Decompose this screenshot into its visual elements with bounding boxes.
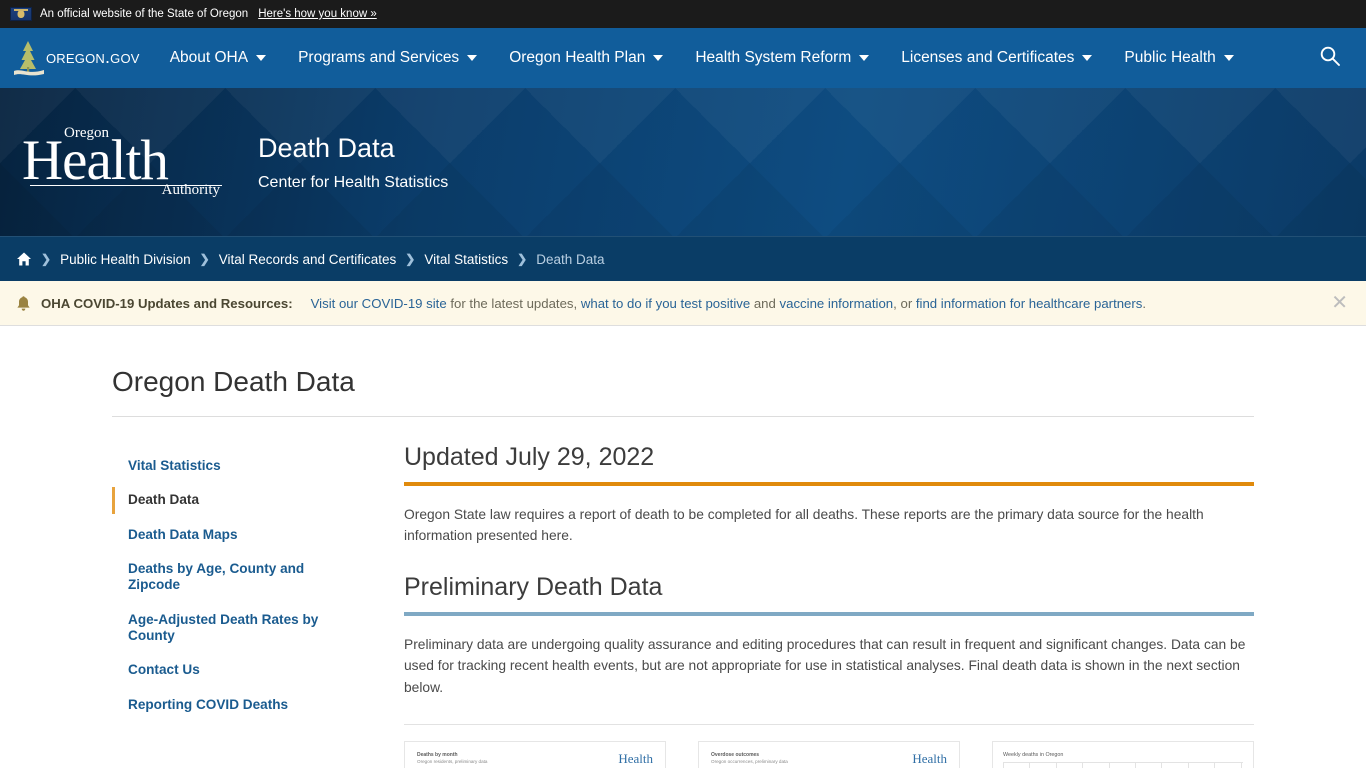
alert-text-fragment: , or [893,295,916,311]
sidebar-item-reporting-covid-deaths[interactable]: Reporting COVID Deaths [112,688,362,722]
oregon-tree-river-logo-icon [14,38,44,78]
main-content: Updated July 29, 2022 Oregon State law r… [362,443,1254,768]
hero-title: Death Data [258,132,395,163]
primary-navigation-bar: Oregon.gov About OHA Programs and Servic… [0,28,1366,88]
weekly-deaths-in-oregon-thumbnail[interactable]: Weekly deaths in Oregon [992,740,1254,768]
thumbnail-title: Weekly deaths in Oregon [1003,751,1064,758]
thumbnail-subtitle: Oregon occurrences, preliminary data [711,759,788,765]
page-hero-banner: Oregon Health Authority Death Data Cente… [0,88,1366,236]
healthcare-partners-link[interactable]: find information for healthcare partners [916,296,1143,311]
nav-item-oregon-health-plan[interactable]: Oregon Health Plan [493,28,679,88]
nav-item-label: Health System Reform [695,49,852,66]
sidebar-item-age-adjusted-death-rates-by-county[interactable]: Age-Adjusted Death Rates by County [112,603,362,654]
oregon-state-flag-icon [10,7,32,21]
breadcrumb-item-vital-statistics[interactable]: Vital Statistics [424,252,508,267]
oregon-health-authority-logo[interactable]: Oregon Health Authority [22,125,222,199]
oregon-gov-wordmark: Oregon.gov [46,46,140,67]
thumbnail-logo-text: Health [618,750,653,766]
chevron-down-icon [256,55,267,61]
chevron-down-icon [1223,55,1234,61]
alert-text-fragment: and [750,295,780,311]
nav-items-list: About OHA Programs and Services Oregon H… [154,28,1250,88]
chevron-down-icon [1082,55,1093,61]
page-content: Oregon Death Data Vital Statistics Death… [0,366,1366,768]
search-icon [1319,45,1341,72]
nav-item-programs-and-services[interactable]: Programs and Services [282,28,493,88]
alert-text-fragment: for the latest updates, [446,295,581,311]
breadcrumb-item-death-data: Death Data [536,251,605,267]
thumbnail-title: Overdose outcomes [711,751,760,758]
secondary-sidebar-navigation: Vital Statistics Death Data Death Data M… [112,443,362,768]
breadcrumb-item-vital-records-and-certificates[interactable]: Vital Records and Certificates [219,252,397,267]
nav-item-licenses-and-certificates[interactable]: Licenses and Certificates [885,28,1108,88]
sidebar-item-vital-statistics[interactable]: Vital Statistics [112,449,362,483]
bell-icon [16,295,31,312]
breadcrumb-separator: ❯ [41,252,52,266]
thumbnail-logo-text: Health [912,750,947,766]
vaccine-information-link[interactable]: vaccine information [780,296,894,311]
sparkline-path [1003,762,1243,768]
nav-item-label: Programs and Services [298,49,460,66]
thumbnail-sparkline-chart [1003,761,1243,768]
nav-item-label: Oregon Health Plan [509,49,646,66]
breadcrumb: ❯ Public Health Division ❯ Vital Records… [0,236,1366,281]
thumbnail-divider [404,723,1254,725]
nav-item-public-health[interactable]: Public Health [1108,28,1249,88]
chevron-down-icon [859,55,870,61]
sidebar-item-deaths-by-age-county-and-zipcode[interactable]: Deaths by Age, County and Zipcode [112,552,362,603]
preliminary-heading: Preliminary Death Data [404,572,663,601]
close-icon[interactable]: ✕ [1331,293,1348,313]
thumbnail-health-logo: Health Center for Health Statistics [899,752,947,768]
updated-heading: Updated July 29, 2022 [404,443,655,471]
updated-paragraph: Oregon State law requires a report of de… [404,507,1204,544]
alert-label: OHA COVID-19 Updates and Resources: [41,295,293,311]
dashboard-thumbnail-gallery: Deaths by month Oregon residents, prelim… [404,740,1254,768]
oregon-gov-brand-link[interactable]: Oregon.gov [0,28,154,88]
nav-item-label: About OHA [169,49,249,66]
chevron-down-icon [467,55,478,61]
thumbnail-health-logo: Health Center for Health Statistics [605,752,653,768]
search-button[interactable] [1308,28,1352,88]
page-title: Oregon Death Data [112,366,1254,417]
logo-health-text: Health [22,128,169,192]
sidebar-item-death-data-maps[interactable]: Death Data Maps [112,518,362,552]
breadcrumb-separator: ❯ [405,252,416,266]
deaths-by-month-dashboard-thumbnail[interactable]: Deaths by month Oregon residents, prelim… [404,740,666,768]
heres-how-you-know-link[interactable]: Here's how you know » [258,8,377,20]
overdose-outcomes-dashboard-thumbnail[interactable]: Overdose outcomes Oregon occurrences, pr… [698,740,960,768]
sidebar-item-death-data[interactable]: Death Data [112,483,362,517]
home-icon[interactable] [16,251,32,267]
sidebar-item-contact-us[interactable]: Contact Us [112,653,362,687]
blue-divider [404,611,1254,616]
breadcrumb-item-public-health-division[interactable]: Public Health Division [60,252,191,267]
preliminary-death-data-section: Preliminary Death Data Preliminary data … [404,573,1254,768]
updated-section: Updated July 29, 2022 Oregon State law r… [404,443,1254,547]
test-positive-link[interactable]: what to do if you test positive [581,296,750,311]
hero-subtitle: Center for Health Statistics [258,173,449,191]
alert-text-fragment: . [1142,295,1147,311]
official-site-text: An official website of the State of Oreg… [40,8,249,20]
breadcrumb-separator: ❯ [517,252,528,266]
thumbnail-subtitle: Oregon residents, preliminary data [417,759,488,765]
covid-alert-banner: OHA COVID-19 Updates and Resources: Visi… [0,281,1366,326]
chevron-down-icon [653,55,664,61]
preliminary-paragraph: Preliminary data are undergoing quality … [404,636,1246,695]
nav-item-about-oha[interactable]: About OHA [154,28,282,88]
breadcrumb-separator: ❯ [199,252,210,266]
covid-site-link[interactable]: Visit our COVID-19 site [311,296,447,311]
alert-message: Visit our COVID-19 site for the latest u… [311,296,1146,311]
nav-item-health-system-reform[interactable]: Health System Reform [679,28,885,88]
nav-item-label: Public Health [1124,49,1216,66]
orange-divider [404,482,1254,486]
thumbnail-title: Deaths by month [417,751,458,758]
nav-item-label: Licenses and Certificates [901,49,1075,66]
official-state-banner: An official website of the State of Oreg… [0,0,1366,28]
